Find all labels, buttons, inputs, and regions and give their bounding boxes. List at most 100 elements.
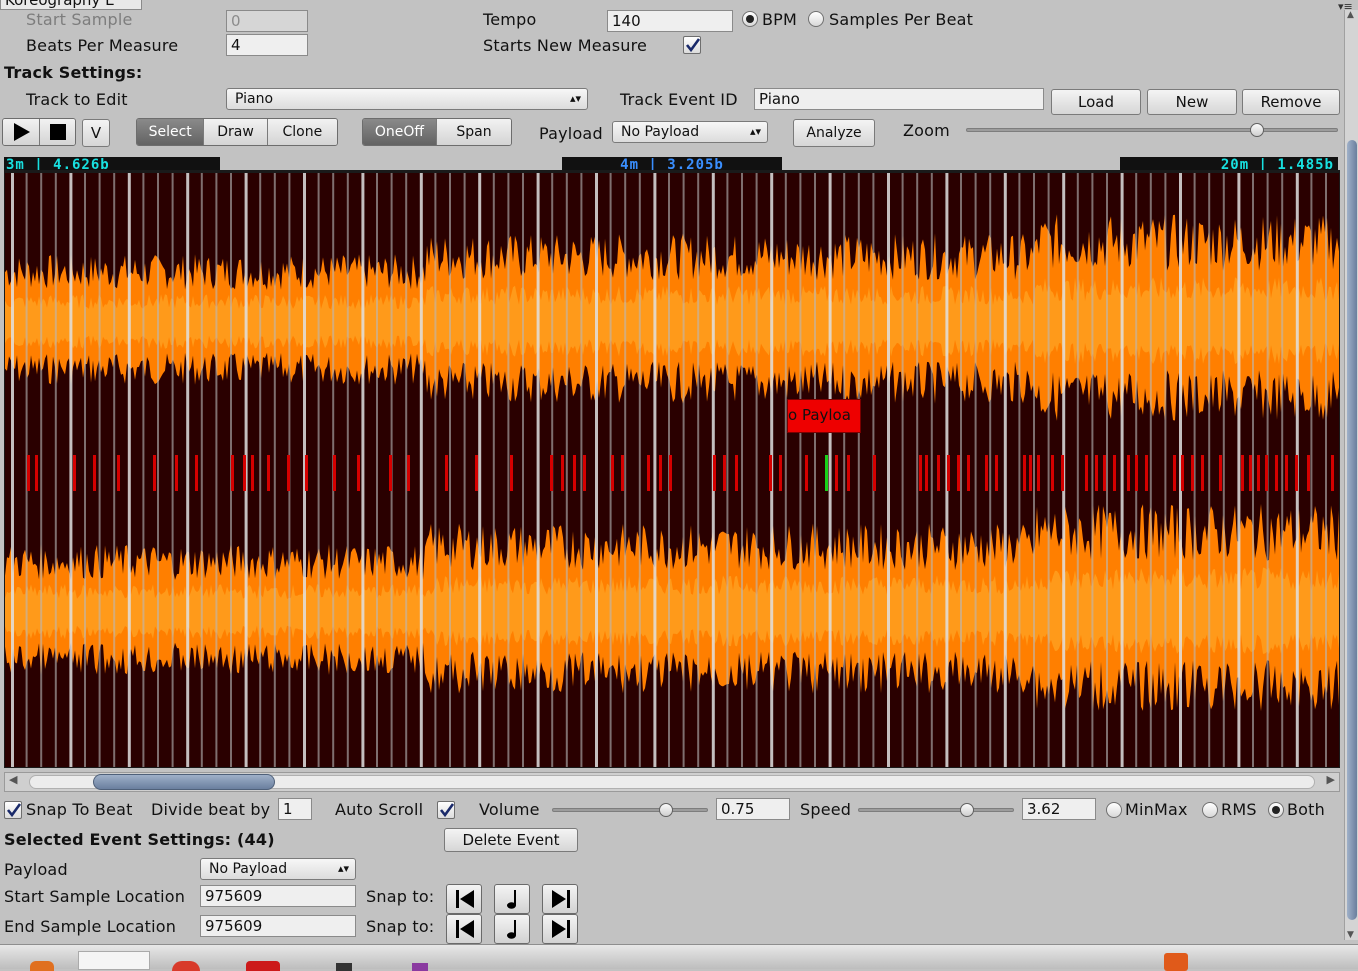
koreography-event-marker[interactable] (27, 455, 30, 491)
koreography-event-marker[interactable] (723, 455, 726, 491)
both-radio[interactable] (1268, 802, 1284, 818)
koreography-event-marker[interactable] (1173, 455, 1176, 491)
taskbar-app-icon[interactable] (246, 961, 280, 971)
koreography-event-marker[interactable] (153, 455, 156, 491)
event-payload-dropdown[interactable]: No Payload ▴▾ (200, 858, 356, 880)
koreography-event-marker[interactable] (847, 455, 850, 491)
koreography-event-marker[interactable] (1331, 455, 1334, 491)
scroll-thumb[interactable] (93, 774, 275, 790)
starts-new-measure-checkbox[interactable] (683, 36, 701, 54)
start-snap-next-beat-button[interactable] (542, 884, 578, 914)
end-snap-next-beat-button[interactable] (542, 914, 578, 944)
koreography-event-marker[interactable] (769, 455, 772, 491)
volume-slider-track[interactable] (552, 808, 708, 812)
koreography-event-marker[interactable] (1275, 455, 1278, 491)
koreography-event-marker[interactable] (333, 455, 336, 491)
selected-event-marker[interactable] (825, 455, 828, 491)
koreography-event-marker[interactable] (995, 455, 998, 491)
draw-mode-button[interactable]: Draw (204, 119, 267, 145)
taskbar-app-icon[interactable] (78, 951, 150, 970)
rms-radio[interactable] (1202, 802, 1218, 818)
koreography-event-marker[interactable] (947, 455, 950, 491)
scroll-up-icon[interactable]: ▲ (1347, 10, 1354, 20)
koreography-event-marker[interactable] (1061, 455, 1064, 491)
koreography-event-marker[interactable] (195, 455, 198, 491)
select-mode-button[interactable]: Select (137, 119, 204, 145)
speed-slider-thumb[interactable] (960, 803, 974, 817)
auto-scroll-checkbox[interactable] (437, 801, 455, 819)
tempo-field[interactable]: 140 (607, 10, 733, 32)
koreography-event-marker[interactable] (231, 455, 234, 491)
koreography-event-marker[interactable] (1307, 455, 1310, 491)
koreography-event-marker[interactable] (251, 455, 254, 491)
koreography-event-marker[interactable] (919, 455, 922, 491)
koreography-event-marker[interactable] (35, 455, 38, 491)
vertical-scrollbar[interactable]: ▲ ▼ (1344, 10, 1358, 940)
window-tab[interactable]: Koreography E (0, 0, 142, 10)
koreography-event-marker[interactable] (305, 455, 308, 491)
event-payload-tag[interactable]: o Payloa (787, 399, 861, 433)
oneoff-button[interactable]: OneOff (363, 119, 437, 145)
speed-field[interactable]: 3.62 (1022, 798, 1096, 820)
koreography-event-marker[interactable] (1285, 455, 1288, 491)
koreography-event-marker[interactable] (735, 455, 738, 491)
koreography-event-marker[interactable] (873, 455, 876, 491)
track-to-edit-dropdown[interactable]: Piano ▴▾ (226, 88, 588, 110)
samples-per-beat-radio[interactable] (808, 11, 824, 27)
koreography-event-marker[interactable] (93, 455, 96, 491)
remove-button[interactable]: Remove (1242, 89, 1340, 115)
koreography-event-marker[interactable] (1257, 455, 1260, 491)
start-sample-field[interactable]: 0 (226, 10, 308, 32)
koreography-event-marker[interactable] (1219, 455, 1222, 491)
koreography-event-marker[interactable] (1145, 455, 1148, 491)
koreography-event-marker[interactable] (611, 455, 614, 491)
payload-dropdown[interactable]: No Payload ▴▾ (612, 121, 768, 143)
koreography-event-marker[interactable] (550, 455, 553, 491)
beats-per-measure-field[interactable]: 4 (226, 34, 308, 56)
volume-field[interactable]: 0.75 (716, 798, 790, 820)
end-sample-location-field[interactable]: 975609 (200, 915, 356, 937)
koreography-event-marker[interactable] (561, 455, 564, 491)
koreography-event-marker[interactable] (1201, 455, 1204, 491)
waveform-view[interactable]: o Payloa (4, 172, 1340, 768)
koreography-event-marker[interactable] (647, 455, 650, 491)
koreography-event-marker[interactable] (713, 455, 716, 491)
koreography-event-marker[interactable] (117, 455, 120, 491)
koreography-event-marker[interactable] (1103, 455, 1106, 491)
koreography-event-marker[interactable] (669, 455, 672, 491)
divide-beat-field[interactable]: 1 (278, 798, 312, 820)
koreography-event-marker[interactable] (1095, 455, 1098, 491)
koreography-event-marker[interactable] (267, 455, 270, 491)
end-snap-nearest-beat-button[interactable] (494, 914, 530, 944)
koreography-event-marker[interactable] (1037, 455, 1040, 491)
koreography-event-marker[interactable] (1023, 455, 1026, 491)
koreography-event-marker[interactable] (1265, 455, 1268, 491)
koreography-event-marker[interactable] (937, 455, 940, 491)
taskbar-app-icon[interactable] (336, 963, 352, 971)
koreography-event-marker[interactable] (573, 455, 576, 491)
minmax-radio[interactable] (1106, 802, 1122, 818)
taskbar-app-icon[interactable] (1164, 953, 1188, 971)
scroll-left-icon[interactable]: ◀ (9, 773, 17, 786)
zoom-slider-thumb[interactable] (1250, 123, 1264, 137)
koreography-event-marker[interactable] (475, 455, 478, 491)
koreography-event-marker[interactable] (957, 455, 960, 491)
koreography-event-marker[interactable] (1029, 455, 1032, 491)
koreography-event-marker[interactable] (1085, 455, 1088, 491)
koreography-event-marker[interactable] (389, 455, 392, 491)
koreography-event-marker[interactable] (985, 455, 988, 491)
koreography-event-marker[interactable] (1295, 455, 1298, 491)
start-snap-nearest-beat-button[interactable] (494, 884, 530, 914)
end-snap-prev-beat-button[interactable] (446, 914, 482, 944)
scroll-down-icon[interactable]: ▼ (1347, 930, 1354, 940)
taskbar-app-icon[interactable] (30, 961, 54, 971)
koreography-event-marker[interactable] (407, 455, 410, 491)
span-button[interactable]: Span (437, 119, 511, 145)
stop-button[interactable] (40, 119, 76, 145)
delete-event-button[interactable]: Delete Event (444, 828, 578, 852)
koreography-event-marker[interactable] (510, 455, 513, 491)
bpm-radio[interactable] (742, 11, 758, 27)
snap-to-beat-checkbox[interactable] (4, 801, 22, 819)
koreography-event-marker[interactable] (659, 455, 662, 491)
start-sample-location-field[interactable]: 975609 (200, 885, 356, 907)
